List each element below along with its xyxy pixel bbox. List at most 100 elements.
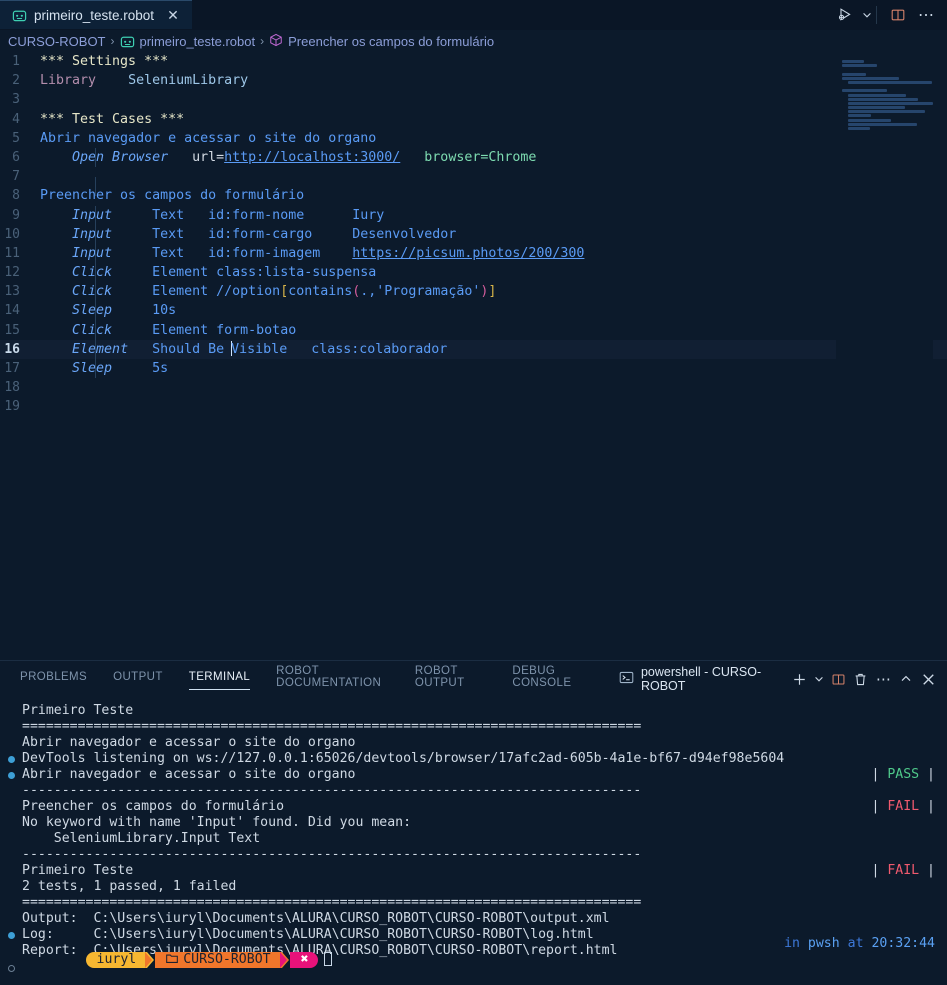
code-line[interactable]: 10 Input Text id:form-cargo Desenvolvedo… [0, 224, 947, 244]
run-debug-icon[interactable] [832, 2, 858, 28]
panel-tab-robot-documentation[interactable]: ROBOT DOCUMENTATION [276, 665, 389, 693]
code-line-text: Abrir navegador e acessar o site do orga… [40, 129, 947, 148]
line-number: 2 [12, 73, 20, 89]
terminal-line-text: Abrir navegador e acessar o site do orga… [22, 735, 947, 751]
code-line[interactable]: 7 [0, 167, 947, 196]
code-token: //option [208, 284, 281, 300]
code-line-text: Click Element form-botao [40, 320, 947, 340]
code-line[interactable]: 2 Library SeleniumLibrary [0, 71, 947, 90]
panel-tab-problems[interactable]: PROBLEMS [20, 671, 87, 687]
code-token: class:lista-suspensa [208, 265, 377, 281]
terminal-line-text: Primeiro Teste [22, 703, 947, 719]
chevron-down-icon[interactable] [812, 667, 826, 691]
panel-tab-output[interactable]: OUTPUT [113, 671, 163, 687]
code-line[interactable]: 19 [0, 397, 947, 416]
breadcrumb-item-symbol[interactable]: Preencher os campos do formulário [269, 33, 494, 50]
terminal-text: Output: C:\Users\iuryl\Documents\ALURA\C… [22, 911, 610, 926]
code-line-text: Open Browser url=http://localhost:3000/ … [40, 147, 947, 168]
command-decoration-icon [0, 767, 22, 783]
terminal-text: Abrir navegador e acessar o site do orga… [22, 767, 356, 782]
code-line[interactable]: 4 *** Test Cases *** [0, 110, 947, 129]
editor-tab-bar: primeiro_teste.robot ✕ ⋯ [0, 0, 947, 30]
terminal-line-text: 2 tests, 1 passed, 1 failed [22, 879, 947, 895]
terminal-line: 2 tests, 1 passed, 1 failed [0, 879, 947, 895]
terminal-output[interactable]: Primeiro Teste ==========================… [0, 697, 947, 985]
code-token: Text [112, 226, 185, 242]
code-token: Library [40, 73, 97, 89]
code-line-text: Input Text id:form-cargo Desenvolvedor [40, 224, 947, 244]
code-line-text: Click Element class:lista-suspensa [40, 263, 947, 283]
code-line[interactable]: 15 Click Element form-botao [0, 320, 947, 340]
chevron-up-icon[interactable] [896, 667, 917, 691]
code-line[interactable]: 5 Abrir navegador e acessar o site do org… [0, 129, 947, 148]
breadcrumb-label: CURSO-ROBOT [8, 33, 106, 49]
line-number: 5 [12, 130, 20, 146]
code-token: contains [288, 284, 353, 300]
panel-tab-robot-output[interactable]: ROBOT OUTPUT [415, 665, 486, 693]
terminal-line: ----------------------------------------… [0, 847, 947, 863]
indent-guide [95, 359, 96, 379]
terminal-prompt-row[interactable]: iuryl CURSO-ROBOT ✖ in pwsh at 20:32:44 [0, 936, 947, 977]
code-line[interactable]: 12 Click Element class:lista-suspensa [0, 263, 947, 283]
robot-icon [120, 34, 135, 49]
code-line[interactable]: 11 Input Text id:form-imagem https://pic… [0, 243, 947, 264]
code-line[interactable]: 13 Click Element //option[contains(.,'Pr… [0, 282, 947, 302]
terminal-icon [619, 670, 634, 688]
terminal-line-text: ========================================… [22, 895, 947, 911]
terminal-selector-dropdown[interactable]: powershell - CURSO-ROBOT [617, 665, 787, 693]
code-line[interactable]: 17 Sleep 5s [0, 359, 947, 379]
split-terminal-icon[interactable] [828, 667, 849, 691]
indent-guide [95, 224, 96, 244]
prompt-arrow-1 [145, 951, 155, 968]
code-lines[interactable]: 1 *** Settings *** 2 Library SeleniumLibrar… [0, 52, 947, 660]
editor-tab-primeiro-teste[interactable]: primeiro_teste.robot ✕ [0, 0, 192, 29]
code-line[interactable]: 6 Open Browser url=http://localhost:3000… [0, 147, 947, 168]
code-token: Element [112, 322, 209, 338]
code-line[interactable]: 14 Sleep 10s [0, 301, 947, 321]
new-terminal-icon[interactable] [789, 667, 810, 691]
more-actions-icon[interactable]: ⋯ [873, 667, 894, 691]
breadcrumb-item-folder[interactable]: CURSO-ROBOT [8, 34, 106, 49]
code-line[interactable]: 8 Preencher os campos do formulário [0, 186, 947, 205]
close-panel-icon[interactable] [918, 667, 939, 691]
panel-tab-terminal[interactable]: TERMINAL [188, 671, 251, 690]
code-line[interactable]: 18 [0, 378, 947, 397]
terminal-line: SeleniumLibrary.Input Text [0, 831, 947, 847]
breadcrumb-item-file[interactable]: primeiro_teste.robot [120, 34, 255, 49]
breadcrumb: CURSO-ROBOT › primeiro_teste.robot › Pre… [0, 30, 947, 52]
terminal-text: No keyword with name 'Input' found. Did … [22, 815, 412, 830]
chevron-down-icon[interactable] [860, 2, 874, 28]
code-token: Visible [231, 341, 288, 357]
line-number: 12 [4, 265, 20, 281]
more-actions-icon[interactable]: ⋯ [913, 2, 939, 28]
code-editor[interactable]: 1 *** Settings *** 2 Library SeleniumLibrar… [0, 52, 947, 660]
code-token: Preencher os campos do formulário [40, 188, 305, 204]
code-token: url= [168, 149, 225, 165]
code-line[interactable]: 3 [0, 90, 947, 109]
code-line[interactable]: 1 *** Settings *** [0, 52, 947, 71]
close-icon[interactable]: ✕ [164, 7, 182, 23]
line-number: 19 [4, 399, 20, 415]
prompt-time: 20:32:44 [871, 935, 935, 951]
panel-tab-debug-console[interactable]: DEBUG CONSOLE [512, 665, 591, 693]
code-line[interactable]: 9 Input Text id:form-nome Iury [0, 205, 947, 225]
code-line-text: *** Test Cases *** [40, 110, 947, 129]
terminal-cursor [323, 951, 332, 966]
code-token: Sleep [72, 303, 113, 319]
code-line[interactable]: 16 Element Should Be Visible class:colab… [0, 339, 947, 359]
line-number: 11 [4, 245, 20, 261]
split-editor-icon[interactable] [885, 2, 911, 28]
terminal-text: ========================================… [22, 895, 642, 910]
kill-terminal-icon[interactable] [850, 667, 871, 691]
code-token: Input [72, 207, 113, 223]
status-badge: FAIL [887, 799, 920, 814]
code-line-text: Sleep 5s [40, 359, 947, 379]
editor-scrollbar[interactable] [933, 52, 947, 660]
line-number: 15 [4, 322, 20, 338]
terminal-text: Primeiro Teste [22, 703, 134, 718]
prompt-user: iuryl [85, 951, 146, 968]
